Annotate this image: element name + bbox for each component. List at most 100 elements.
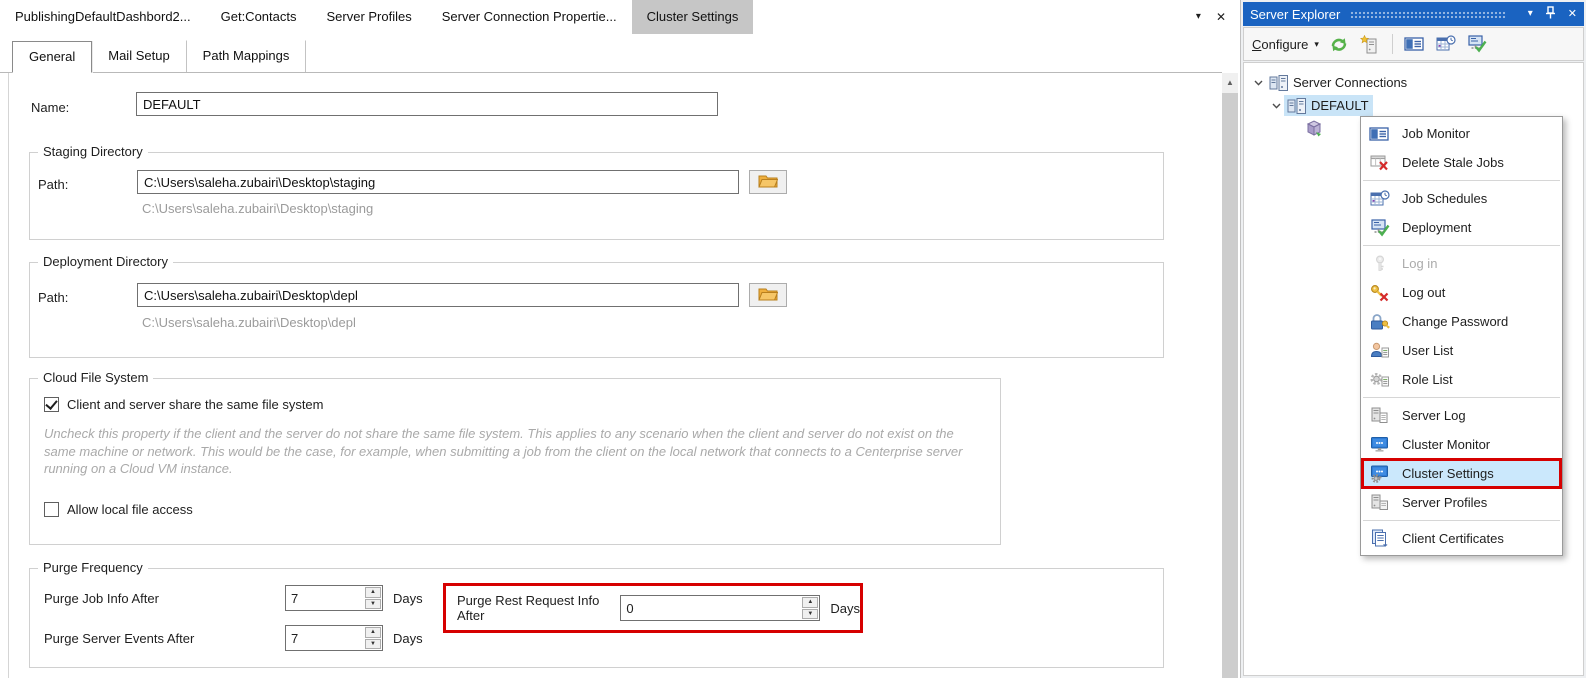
panel-chevron-down-icon[interactable]: ▾ <box>1528 9 1533 19</box>
purge-rest-value[interactable]: 0 <box>621 596 801 620</box>
sub-tab-path-mappings[interactable]: Path Mappings <box>187 40 307 72</box>
menu-item-server-log[interactable]: Server Log <box>1361 401 1562 430</box>
cloud-file-system-group: Cloud File System Client and server shar… <box>29 378 1001 545</box>
cluster-monitor-icon <box>1368 435 1391 454</box>
menu-item-cluster-monitor[interactable]: Cluster Monitor <box>1361 430 1562 459</box>
logout-icon <box>1368 283 1391 302</box>
menu-item-log-out[interactable]: Log out <box>1361 278 1562 307</box>
scrollbar-thumb[interactable] <box>1222 93 1238 678</box>
purge-rest-label: Purge Rest Request Info After <box>457 593 620 623</box>
tree-row-default[interactable]: DEFAULT <box>1244 94 1583 117</box>
menu-item-job-monitor[interactable]: Job Monitor <box>1361 119 1562 148</box>
panel-close-icon[interactable]: ✕ <box>1568 9 1577 20</box>
purge-row-purge-server-events-after: Purge Server Events After7▲▼ Days <box>44 625 423 651</box>
document-area: PublishingDefaultDashbord2...Get:Contact… <box>0 0 1238 678</box>
add-server-icon[interactable] <box>1359 34 1381 54</box>
doc-tab-publishingdefaultdashbord2[interactable]: PublishingDefaultDashbord2... <box>0 0 206 34</box>
purge-row-label: Purge Server Events After <box>44 631 285 646</box>
doc-tab-server-connection-propertie[interactable]: Server Connection Propertie... <box>427 0 632 34</box>
tab-close-icon[interactable]: ✕ <box>1216 11 1226 23</box>
purge-row-unit: Days <box>393 631 423 646</box>
tree-node[interactable]: DEFAULT <box>1284 95 1373 116</box>
cluster-settings-general-page: Name: DEFAULT Staging Directory Path: C:… <box>8 73 1222 678</box>
doc-tab-get-contacts[interactable]: Get:Contacts <box>206 0 312 34</box>
tree-node[interactable]: Server Connections <box>1266 72 1411 93</box>
menu-item-label: Client Certificates <box>1402 531 1504 546</box>
tab-list-chevron-down-icon[interactable]: ▾ <box>1196 12 1201 22</box>
local-file-access-checkbox[interactable] <box>44 502 59 517</box>
configure-chevron-down-icon[interactable]: ▾ <box>1314 39 1319 50</box>
menu-item-client-certificates[interactable]: Client Certificates <box>1361 524 1562 553</box>
job-monitor-toolbar-icon[interactable] <box>1404 34 1426 54</box>
menu-item-delete-stale-jobs[interactable]: Delete Stale Jobs <box>1361 148 1562 177</box>
menu-item-label: Log in <box>1402 256 1437 271</box>
purge-row-spinner[interactable]: 7▲▼ <box>285 625 383 651</box>
tree-expand-chevron-icon[interactable] <box>1250 80 1266 86</box>
role-list-icon <box>1368 370 1391 389</box>
deployment-path-hint: C:\Users\saleha.zubairi\Desktop\depl <box>142 315 356 330</box>
menu-separator <box>1363 520 1560 521</box>
tree-row-server-connections[interactable]: Server Connections <box>1244 71 1583 94</box>
staging-path-hint: C:\Users\saleha.zubairi\Desktop\staging <box>142 201 373 216</box>
spin-up-button[interactable]: ▲ <box>365 627 381 638</box>
job-monitor-icon <box>1368 124 1391 143</box>
refresh-icon[interactable] <box>1328 34 1350 54</box>
purge-row-spinner[interactable]: 7▲▼ <box>285 585 383 611</box>
menu-item-cluster-settings[interactable]: Cluster Settings <box>1361 459 1562 488</box>
change-password-icon <box>1368 312 1391 331</box>
tree-expand-chevron-icon[interactable] <box>1268 103 1284 109</box>
client-certificates-icon <box>1368 529 1391 548</box>
menu-item-server-profiles[interactable]: Server Profiles <box>1361 488 1562 517</box>
name-input[interactable]: DEFAULT <box>136 92 718 116</box>
spin-down-button[interactable]: ▼ <box>802 609 818 620</box>
server-context-menu: Job Monitor Delete Stale Jobs Job Schedule… <box>1360 116 1563 556</box>
menu-separator <box>1363 180 1560 181</box>
spin-up-button[interactable]: ▲ <box>365 587 381 598</box>
server-explorer-title: Server Explorer <box>1250 7 1340 22</box>
spin-down-button[interactable]: ▼ <box>365 599 381 610</box>
servers-icon <box>1286 96 1307 115</box>
menu-item-job-schedules[interactable]: Job Schedules <box>1361 184 1562 213</box>
sub-tab-general[interactable]: General <box>12 41 92 73</box>
menu-item-label: Cluster Settings <box>1402 466 1494 481</box>
menu-item-label: Delete Stale Jobs <box>1402 155 1504 170</box>
menu-item-change-password[interactable]: Change Password <box>1361 307 1562 336</box>
vertical-scrollbar[interactable]: ▲ <box>1222 73 1238 678</box>
menu-item-user-list[interactable]: User List <box>1361 336 1562 365</box>
menu-item-label: Role List <box>1402 372 1453 387</box>
toolbar-separator <box>1392 34 1393 54</box>
staging-path-label: Path: <box>38 177 68 192</box>
menu-item-deployment[interactable]: Deployment <box>1361 213 1562 242</box>
purge-row-unit: Days <box>393 591 423 606</box>
purge-frequency-group: Purge Frequency Purge Job Info After7▲▼D… <box>29 568 1164 668</box>
purge-rest-highlight-box: Purge Rest Request Info After 0 ▲ ▼ Days <box>443 583 863 633</box>
deployment-browse-button[interactable] <box>749 283 787 307</box>
doc-tab-server-profiles[interactable]: Server Profiles <box>311 0 426 34</box>
settings-sub-tab-bar: GeneralMail SetupPath Mappings <box>0 40 1222 73</box>
job-schedules-toolbar-icon[interactable] <box>1435 34 1457 54</box>
scroll-up-icon[interactable]: ▲ <box>1222 73 1238 91</box>
pin-icon[interactable] <box>1545 6 1556 22</box>
configure-menu-button[interactable]: Configure <box>1252 37 1308 52</box>
doc-tab-cluster-settings[interactable]: Cluster Settings <box>632 0 754 34</box>
deployment-toolbar-icon[interactable] <box>1466 34 1488 54</box>
purge-rest-spinner[interactable]: 0 ▲ ▼ <box>620 595 820 621</box>
spin-up-button[interactable]: ▲ <box>802 597 818 608</box>
name-label: Name: <box>31 100 69 115</box>
staging-path-input[interactable]: C:\Users\saleha.zubairi\Desktop\staging <box>137 170 739 194</box>
purge-row-value[interactable]: 7 <box>286 586 364 610</box>
staging-directory-title: Staging Directory <box>38 144 148 159</box>
menu-item-label: Change Password <box>1402 314 1508 329</box>
staging-browse-button[interactable] <box>749 170 787 194</box>
share-filesystem-checkbox[interactable] <box>44 397 59 412</box>
menu-separator <box>1363 397 1560 398</box>
sub-tab-mail-setup[interactable]: Mail Setup <box>92 40 186 72</box>
spin-down-button[interactable]: ▼ <box>365 639 381 650</box>
deployment-path-input[interactable]: C:\Users\saleha.zubairi\Desktop\depl <box>137 283 739 307</box>
tree-node[interactable] <box>1302 118 1329 139</box>
purge-row-value[interactable]: 7 <box>286 626 364 650</box>
folder-icon <box>758 286 778 304</box>
menu-item-role-list[interactable]: Role List <box>1361 365 1562 394</box>
deployment-icon <box>1368 218 1391 237</box>
staging-directory-group: Staging Directory Path: C:\Users\saleha.… <box>29 152 1164 240</box>
